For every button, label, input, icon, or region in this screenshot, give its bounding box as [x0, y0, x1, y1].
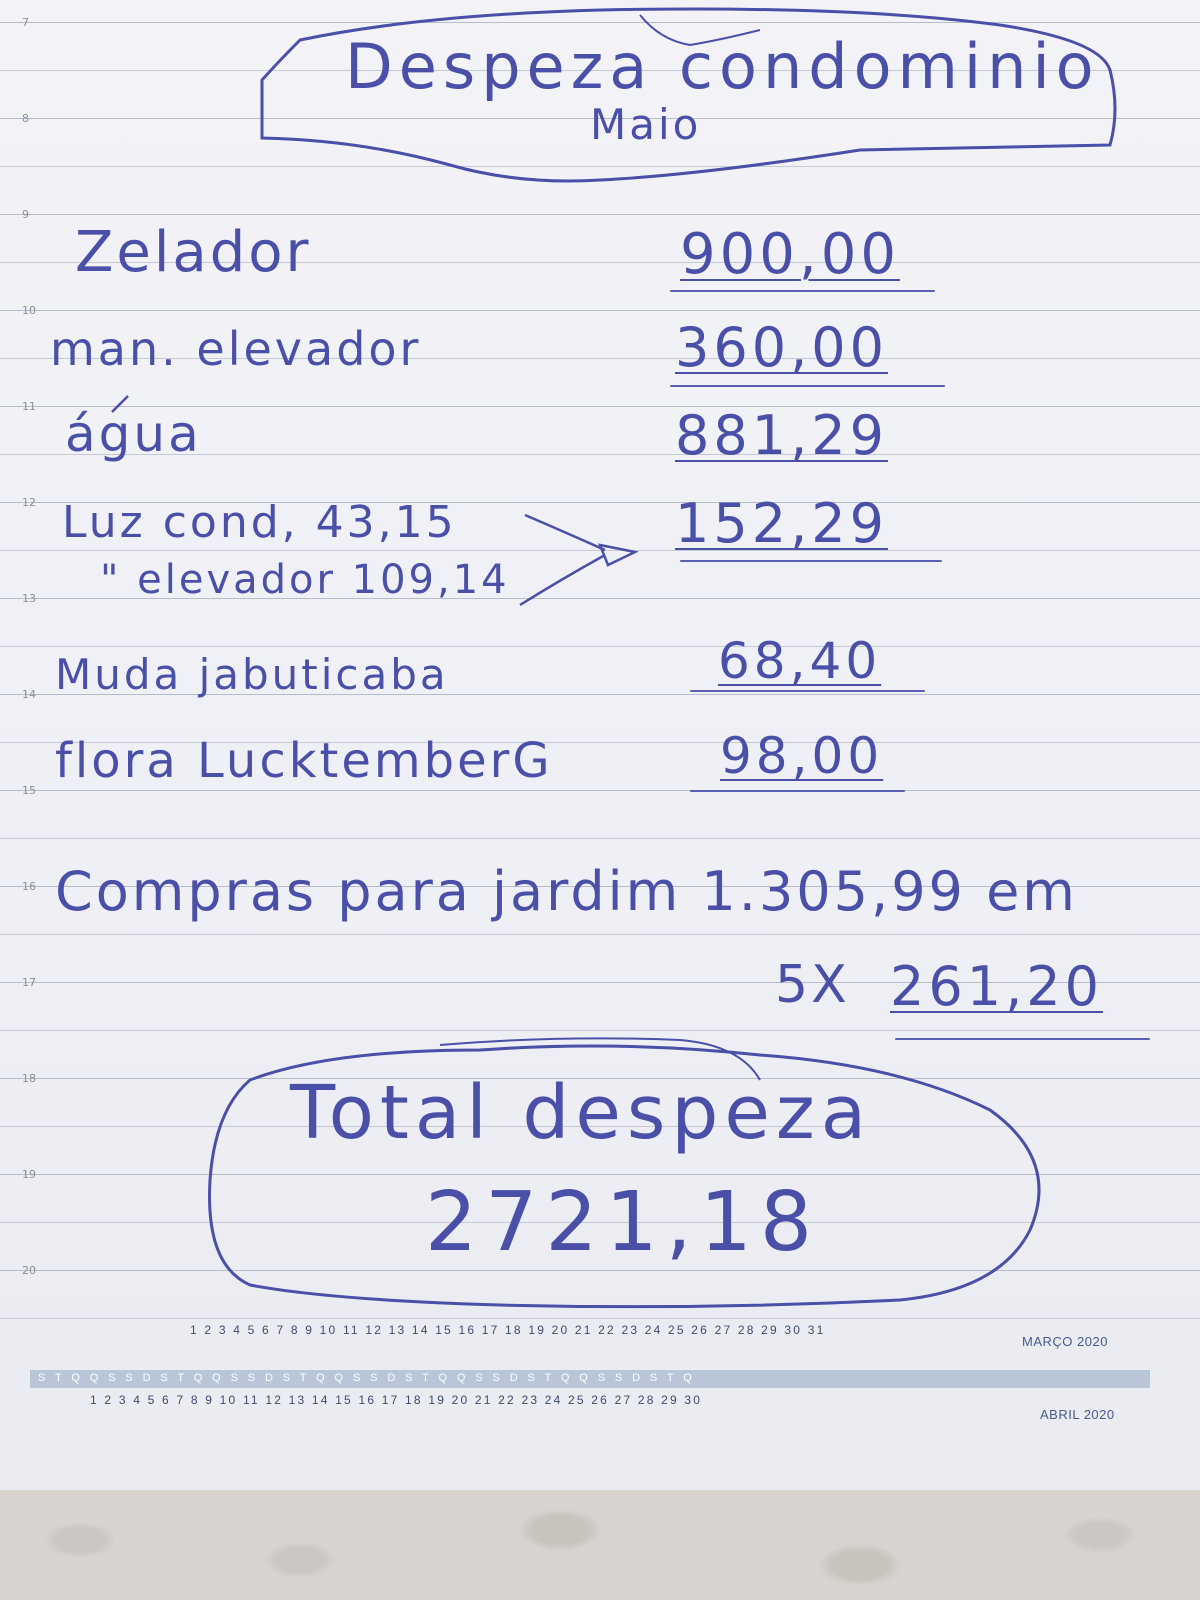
page-title: Despeza condominio [345, 30, 1100, 103]
item-amount: 68,40 [718, 632, 882, 690]
item-label: " elevador 109,14 [100, 557, 510, 603]
total-label: Total despeza [290, 1070, 873, 1156]
item-amount: 360,00 [675, 316, 888, 379]
double-underline [680, 560, 942, 562]
tablecloth-background [0, 1490, 1200, 1600]
item-label: Muda jabuticaba [55, 650, 449, 699]
item-amount: 98,00 [720, 727, 884, 785]
item-amount: 881,29 [675, 404, 888, 467]
item-label: água [65, 405, 202, 463]
double-underline [690, 790, 905, 792]
total-value: 2721,18 [425, 1175, 821, 1270]
arrow-icon [519, 513, 639, 607]
calendar-weekdays: S T Q Q S S D S T Q Q S S D S T Q Q S S … [38, 1372, 696, 1384]
calendar-april-label: ABRIL 2020 [1040, 1407, 1115, 1422]
double-underline [670, 290, 935, 292]
garden-purchase-line: Compras para jardim 1.305,99 em [55, 860, 1078, 923]
garden-installment-value: 261,20 [890, 955, 1103, 1018]
double-underline [690, 690, 925, 692]
item-amount: 900,00 [680, 222, 900, 287]
calendar-march-days: 1 2 3 4 5 6 7 8 9 10 11 12 13 14 15 16 1… [190, 1323, 826, 1337]
calendar-march-label: MARÇO 2020 [1022, 1334, 1108, 1349]
double-underline [895, 1038, 1150, 1040]
item-label: Zelador [75, 220, 312, 285]
double-underline [670, 385, 945, 387]
item-amount: 152,29 [675, 492, 888, 555]
item-label: Luz cond, 43,15 [62, 497, 457, 548]
notebook-page: 7 8 9 10 11 12 13 14 15 16 17 18 19 20 Despeza condom… [0, 0, 1200, 1490]
item-label: man. elevador [50, 322, 422, 376]
calendar-april-days: 1 2 3 4 5 6 7 8 9 10 11 12 13 14 15 16 1… [90, 1393, 703, 1407]
item-label: flora LucktemberG [55, 733, 553, 789]
garden-installments: 5X [775, 955, 850, 1015]
calendar-weekday-band: S T Q Q S S D S T Q Q S S D S T Q Q S S … [30, 1370, 1150, 1388]
page-subtitle-month: Maio [590, 100, 702, 149]
